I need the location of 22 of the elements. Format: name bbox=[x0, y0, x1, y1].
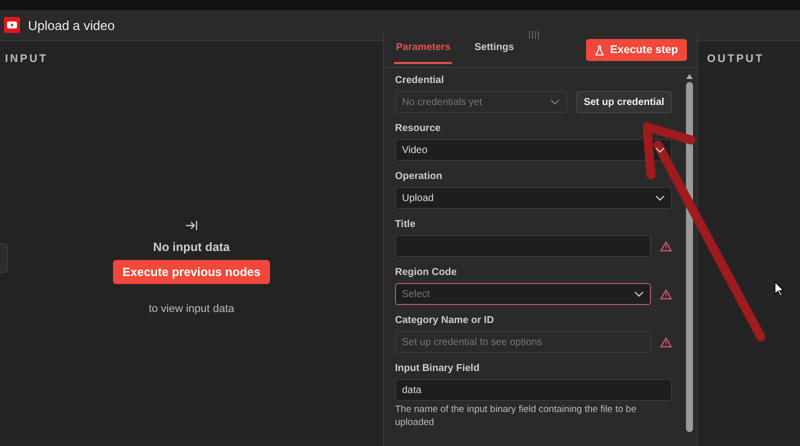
execute-step-button[interactable]: Execute step bbox=[586, 39, 687, 61]
panel-heading: INPUT bbox=[4, 52, 49, 65]
text-input-field[interactable]: data bbox=[395, 379, 672, 401]
panel-heading: OUTPUT bbox=[706, 52, 766, 65]
field-label: Category Name or ID bbox=[395, 315, 495, 326]
set-up-credential-button[interactable]: Set up credential bbox=[576, 91, 672, 113]
empty-state-title: No input data bbox=[153, 240, 230, 254]
field-label: Operation bbox=[395, 171, 444, 182]
dropdown-select[interactable]: Video bbox=[395, 139, 672, 161]
field-label: Title bbox=[395, 219, 416, 230]
empty-state-hint: to view input data bbox=[148, 303, 234, 315]
field-hint: The name of the input binary field containing the file to be uploaded bbox=[395, 404, 638, 430]
execute-previous-button[interactable]: Execute previous nodes bbox=[113, 260, 270, 284]
field-label: Input Binary Field bbox=[395, 363, 480, 374]
field-label: Resource bbox=[395, 123, 442, 134]
tab[interactable]: Settings bbox=[472, 38, 516, 64]
dropdown-select[interactable]: Upload bbox=[395, 187, 672, 209]
dropdown-select[interactable]: Select bbox=[395, 283, 651, 305]
node-title: Upload a video bbox=[28, 18, 115, 32]
field-label: Region Code bbox=[395, 267, 458, 278]
field-label: Credential bbox=[395, 75, 445, 86]
tab[interactable]: Parameters bbox=[394, 38, 452, 64]
